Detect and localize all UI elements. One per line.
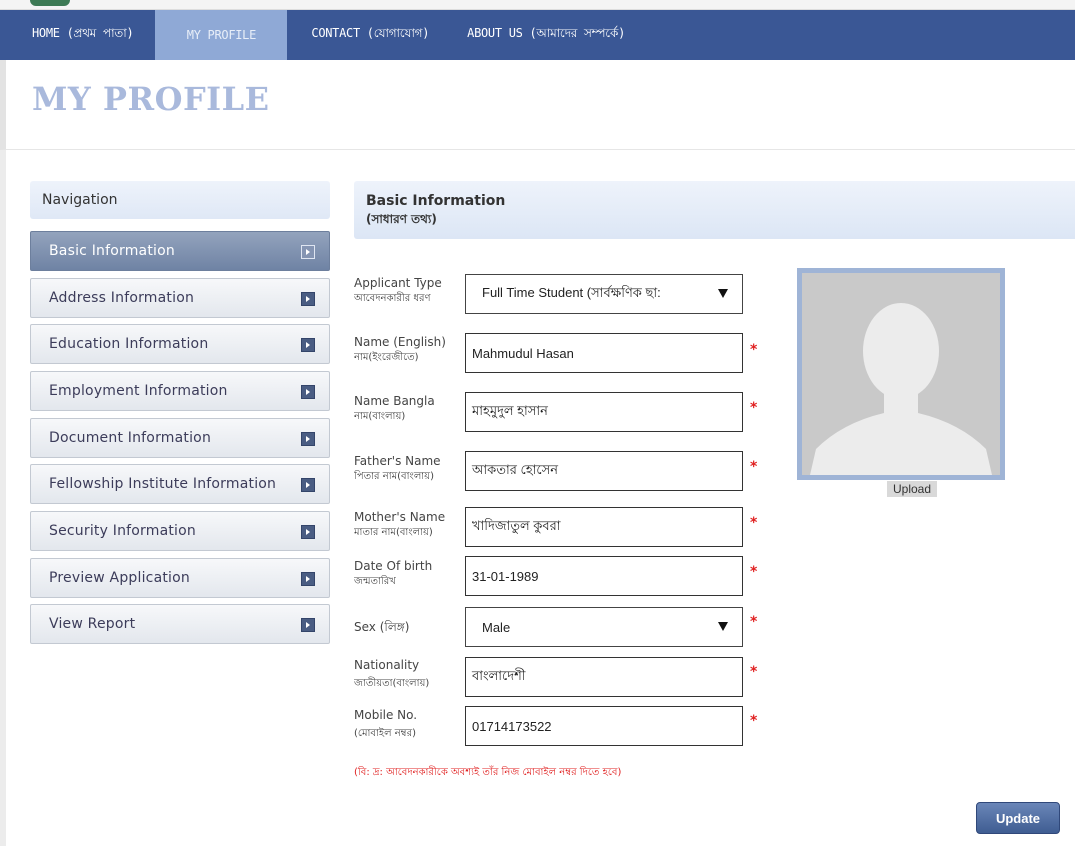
nav-contact[interactable]: CONTACT (যোগাযোগ): [287, 10, 451, 60]
arrow-right-icon: [301, 478, 315, 492]
main-navbar: HOME (প্রথম পাতা) MY PROFILE CONTACT (যো…: [0, 10, 1075, 60]
logo-edge: [30, 0, 70, 6]
arrow-right-icon: [301, 245, 315, 259]
caret-down-icon: [718, 289, 728, 298]
label-text: Name Bangla: [354, 394, 435, 408]
label-text-bn: জন্মতারিখ: [354, 576, 396, 587]
required-mark: *: [750, 515, 758, 531]
name-bangla-input[interactable]: মাহমুদুল হাসান: [465, 392, 743, 432]
sidebar-heading: Navigation: [30, 181, 330, 219]
arrow-right-icon: [301, 572, 315, 586]
name-english-input[interactable]: Mahmudul Hasan: [465, 333, 743, 373]
required-mark: *: [750, 614, 758, 630]
sex-label: Sex (লিঙ্গ): [354, 620, 466, 635]
label-text: Date Of birth: [354, 559, 433, 573]
section-title: Basic Information: [366, 193, 506, 209]
arrow-right-icon: [301, 385, 315, 399]
sidebar-item-label: Employment Information: [49, 383, 228, 399]
label-text: Sex (লিঙ্গ): [354, 620, 410, 634]
section-header: Basic Information (সাধারণ তথ্য): [354, 181, 1075, 239]
nationality-label: Nationality জাতীয়তা(বাংলায়): [354, 658, 466, 691]
sidebar-item-address-information[interactable]: Address Information: [30, 278, 330, 318]
label-text: Father's Name: [354, 454, 441, 468]
dob-label: Date Of birth জন্মতারিখ: [354, 559, 466, 589]
label-text-bn: নাম(ইংরেজীতে): [354, 352, 419, 363]
name-bangla-label: Name Bangla নাম(বাংলায়): [354, 394, 466, 424]
label-text-bn: মাতার নাম(বাংলায়): [354, 527, 433, 538]
sidebar-item-view-report[interactable]: View Report: [30, 604, 330, 644]
sidebar-item-label: Security Information: [49, 523, 196, 539]
nav-about-us[interactable]: ABOUT US (আমাদের সম্পর্কে): [451, 10, 641, 60]
sidebar-item-document-information[interactable]: Document Information: [30, 418, 330, 458]
label-text-bn: আবেদনকারীর ধরণ: [354, 293, 431, 304]
page-title: MY PROFILE: [32, 80, 270, 118]
sidebar-item-employment-information[interactable]: Employment Information: [30, 371, 330, 411]
arrow-right-icon: [301, 292, 315, 306]
dob-input[interactable]: 31-01-1989: [465, 556, 743, 596]
mobile-note: (বি: দ্র: আবেদনকারীকে অবশ্যই তাঁর নিজ মো…: [354, 767, 622, 778]
applicant-type-select[interactable]: Full Time Student (সার্বক্ষণিক ছা:: [465, 274, 743, 314]
select-value: Full Time Student (সার্বক্ষণিক ছা:: [482, 284, 661, 300]
sidebar-item-basic-information[interactable]: Basic Information: [30, 231, 330, 271]
sidebar-item-label: Preview Application: [49, 570, 190, 586]
profile-photo-frame: [797, 268, 1005, 480]
nav-my-profile[interactable]: MY PROFILE: [155, 10, 288, 60]
nav-home[interactable]: HOME (প্রথম পাতা): [0, 10, 155, 60]
update-button[interactable]: Update: [976, 802, 1060, 834]
avatar-placeholder: [802, 273, 1000, 475]
required-mark: *: [750, 459, 758, 475]
top-strip: [0, 0, 1075, 10]
required-mark: *: [750, 400, 758, 416]
section-subtitle: (সাধারণ তথ্য): [366, 212, 437, 226]
sex-select[interactable]: Male: [465, 607, 743, 647]
left-border: [0, 150, 6, 846]
required-mark: *: [750, 664, 758, 680]
sidebar-item-label: Document Information: [49, 430, 212, 446]
mobile-label: Mobile No. (মোবাইল নম্বর): [354, 708, 466, 741]
select-value: Male: [482, 619, 511, 635]
arrow-right-icon: [301, 432, 315, 446]
father-name-input[interactable]: আকতার হোসেন: [465, 451, 743, 491]
label-text-bn: জাতীয়তা(বাংলায়): [354, 678, 430, 689]
mobile-input[interactable]: 01714173522: [465, 706, 743, 746]
sidebar-item-preview-application[interactable]: Preview Application: [30, 558, 330, 598]
sidebar-item-label: Address Information: [49, 290, 195, 306]
arrow-right-icon: [301, 338, 315, 352]
arrow-right-icon: [301, 525, 315, 539]
title-area: MY PROFILE: [0, 60, 1075, 150]
sidebar-item-label: View Report: [49, 616, 136, 632]
label-text: Mobile No.: [354, 708, 418, 722]
required-mark: *: [750, 342, 758, 358]
nationality-input[interactable]: বাংলাদেশী: [465, 657, 743, 697]
upload-link[interactable]: Upload: [887, 481, 938, 497]
label-text: Mother's Name: [354, 510, 446, 524]
arrow-right-icon: [301, 618, 315, 632]
sidebar-item-education-information[interactable]: Education Information: [30, 324, 330, 364]
sidebar-item-label: Fellowship Institute Information: [49, 476, 277, 492]
label-text-bn: পিতার নাম(বাংলায়): [354, 471, 434, 482]
mother-name-label: Mother's Name মাতার নাম(বাংলায়): [354, 510, 466, 540]
father-name-label: Father's Name পিতার নাম(বাংলায়): [354, 454, 466, 484]
mother-name-input[interactable]: খাদিজাতুল কুবরা: [465, 507, 743, 547]
applicant-type-label: Applicant Type আবেদনকারীর ধরণ: [354, 276, 466, 306]
sidebar-item-security-information[interactable]: Security Information: [30, 511, 330, 551]
label-text: Name (English): [354, 335, 446, 349]
name-english-label: Name (English) নাম(ইংরেজীতে): [354, 335, 466, 365]
label-text: Nationality: [354, 658, 420, 672]
label-text-bn: (মোবাইল নম্বর): [354, 728, 416, 739]
label-text: Applicant Type: [354, 276, 442, 290]
sidebar-item-fellowship-institute-information[interactable]: Fellowship Institute Information: [30, 464, 330, 504]
sidebar-item-label: Education Information: [49, 336, 209, 352]
person-silhouette-icon: [802, 273, 1000, 475]
label-text-bn: নাম(বাংলায়): [354, 411, 406, 422]
required-mark: *: [750, 564, 758, 580]
caret-down-icon: [718, 622, 728, 631]
required-mark: *: [750, 713, 758, 729]
sidebar-item-label: Basic Information: [49, 243, 175, 259]
